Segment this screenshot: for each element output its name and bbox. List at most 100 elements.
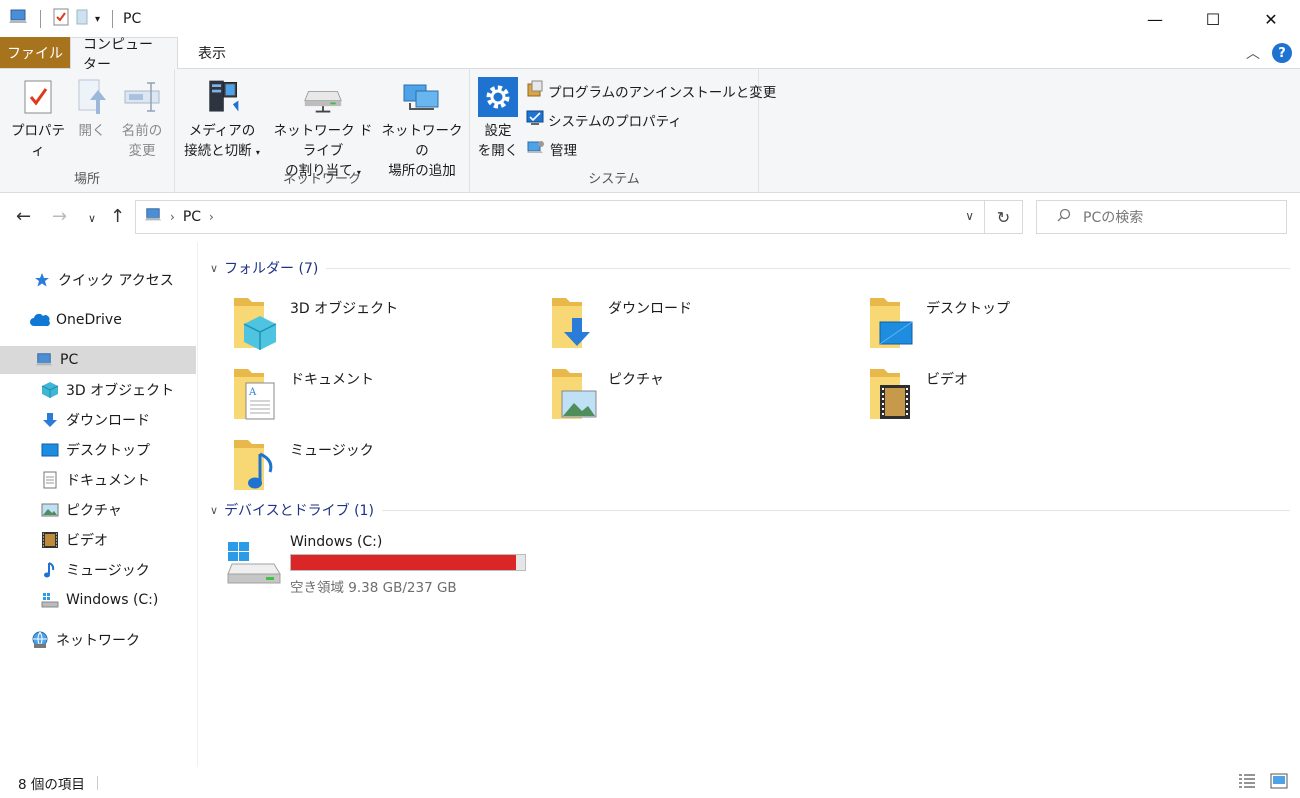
folder-documents[interactable]: A ドキュメント <box>200 357 500 425</box>
breadcrumb: › PC › <box>144 207 214 227</box>
folders-group-header[interactable]: ∨ フォルダー (7) <box>210 258 1290 278</box>
group-collapse-chevron-icon[interactable]: ∨ <box>210 262 218 275</box>
back-arrow-icon[interactable]: ← <box>16 206 31 227</box>
up-arrow-icon[interactable]: ↑ <box>110 206 125 227</box>
open-icon <box>72 75 112 119</box>
toolbar-divider <box>112 10 114 28</box>
media-connect-button[interactable]: メディアの 接続と切断 ▾ <box>181 75 263 163</box>
ribbon: プロパティ 開く 名前の 変更 場所 メディアの 接続と切断 ▾ ネットワーク … <box>0 69 1300 193</box>
view-switcher <box>1238 773 1288 793</box>
nav-network[interactable]: ネットワーク <box>0 626 196 654</box>
uninstall-icon <box>526 80 544 102</box>
breadcrumb-separator-icon[interactable]: › <box>170 210 175 224</box>
folder-videos[interactable]: ビデオ <box>836 357 1136 425</box>
folder-music-icon <box>230 434 280 492</box>
system-properties-button[interactable]: システムのプロパティ <box>526 109 682 131</box>
pc-icon <box>34 350 54 370</box>
collapse-ribbon-chevron-icon[interactable]: ︿ <box>1246 43 1260 63</box>
cloud-icon <box>30 310 50 330</box>
nav-pictures[interactable]: ピクチャ <box>0 496 196 524</box>
toolbar-divider <box>40 10 41 28</box>
nav-c-drive[interactable]: Windows (C:) <box>0 586 196 614</box>
folder-pictures[interactable]: ピクチャ <box>518 357 818 425</box>
folder-desktop-icon <box>866 292 916 350</box>
refresh-button[interactable]: ↻ <box>984 201 1022 233</box>
content-pane: ∨ フォルダー (7) 3D オブジェクト ダウンロード デスクトップ A ドキ… <box>200 242 1300 767</box>
maximize-button[interactable]: ☐ <box>1184 0 1242 38</box>
folder-music[interactable]: ミュージック <box>200 428 500 496</box>
ribbon-group-label: ネットワーク <box>282 172 361 187</box>
title-bar: ▾ PC — ☐ ✕ <box>0 0 1300 38</box>
item-count: 8 個の項目 <box>18 776 85 793</box>
pc-icon <box>144 207 162 227</box>
download-arrow-icon <box>40 410 60 430</box>
ribbon-group-network: メディアの 接続と切断 ▾ ネットワーク ドライブ の割り当て ▾ ネットワーク… <box>175 69 470 193</box>
minimize-button[interactable]: — <box>1126 0 1184 38</box>
rename-button[interactable]: 名前の 変更 <box>116 75 168 161</box>
details-view-icon[interactable] <box>1238 773 1256 793</box>
film-icon <box>40 530 60 550</box>
ribbon-right-controls: ︿ ? <box>1246 43 1292 63</box>
quick-access-toolbar: ▾ <box>8 8 119 30</box>
status-bar: 8 個の項目 <box>0 767 1300 798</box>
ribbon-tabs: ファイル コンピューター 表示 ︿ ? <box>0 37 1300 73</box>
refresh-icon: ↻ <box>996 207 1011 227</box>
large-icons-view-icon[interactable] <box>1270 773 1288 793</box>
nav-onedrive[interactable]: OneDrive <box>0 306 196 334</box>
manage-icon <box>526 138 546 160</box>
drive-usage-fill <box>291 555 516 570</box>
properties-quick-icon[interactable] <box>53 8 69 30</box>
group-divider <box>326 267 1290 269</box>
network-drive-icon <box>303 75 343 119</box>
breadcrumb-pc[interactable]: PC <box>183 209 201 225</box>
add-network-location-button[interactable]: ネットワークの 場所の追加 <box>381 75 463 181</box>
nav-desktop[interactable]: デスクトップ <box>0 436 196 464</box>
forward-arrow-icon[interactable]: → <box>52 206 67 227</box>
status-divider <box>96 775 98 790</box>
customize-toolbar-chevron-icon[interactable]: ▾ <box>95 14 100 25</box>
tab-file[interactable]: ファイル <box>0 37 70 68</box>
properties-button[interactable]: プロパティ <box>8 75 68 161</box>
uninstall-programs-button[interactable]: プログラムのアンインストールと変更 <box>526 80 776 102</box>
folder-downloads[interactable]: ダウンロード <box>518 286 818 354</box>
folder-3d-objects[interactable]: 3D オブジェクト <box>200 286 500 354</box>
nav-quick-access[interactable]: クイック アクセス <box>0 266 196 294</box>
window-controls: — ☐ ✕ <box>1126 0 1300 38</box>
nav-3d-objects[interactable]: 3D オブジェクト <box>0 376 196 404</box>
document-icon <box>40 470 60 490</box>
help-icon[interactable]: ? <box>1272 43 1292 63</box>
open-button[interactable]: 開く <box>72 75 112 141</box>
nav-music[interactable]: ミュージック <box>0 556 196 584</box>
map-network-drive-button[interactable]: ネットワーク ドライブ の割り当て ▾ <box>267 75 379 183</box>
tab-computer[interactable]: コンピューター <box>70 37 178 73</box>
breadcrumb-separator-icon[interactable]: › <box>209 210 214 224</box>
star-icon <box>32 270 52 290</box>
manage-button[interactable]: 管理 <box>526 138 577 160</box>
nav-videos[interactable]: ビデオ <box>0 526 196 554</box>
new-folder-quick-icon[interactable] <box>75 8 89 30</box>
music-note-icon <box>40 560 60 580</box>
windows-drive-icon <box>226 540 282 590</box>
tab-view[interactable]: 表示 <box>178 37 246 68</box>
folder-downloads-icon <box>548 292 598 350</box>
system-properties-icon <box>526 109 544 131</box>
nav-downloads[interactable]: ダウンロード <box>0 406 196 434</box>
folder-pictures-icon <box>548 363 598 421</box>
open-settings-button[interactable]: 設定 を開く <box>476 75 520 161</box>
nav-pc[interactable]: PC <box>0 346 196 374</box>
devices-group-header[interactable]: ∨ デバイスとドライブ (1) <box>210 500 1290 520</box>
folder-desktop[interactable]: デスクトップ <box>836 286 1136 354</box>
network-location-icon <box>402 75 442 119</box>
ribbon-group-label: 場所 <box>73 172 100 187</box>
nav-documents[interactable]: ドキュメント <box>0 466 196 494</box>
ribbon-group-location: プロパティ 開く 名前の 変更 場所 <box>0 69 175 193</box>
search-box[interactable]: PCの検索 <box>1036 200 1287 234</box>
pc-icon <box>8 8 28 30</box>
address-bar[interactable]: › PC › ∨ ↻ <box>135 200 1023 234</box>
address-history-chevron-icon[interactable]: ∨ <box>965 209 974 223</box>
close-button[interactable]: ✕ <box>1242 0 1300 38</box>
svg-text:A: A <box>248 387 257 398</box>
drive-c[interactable]: Windows (C:) 空き領域 9.38 GB/237 GB <box>226 534 546 596</box>
group-collapse-chevron-icon[interactable]: ∨ <box>210 504 218 517</box>
recent-locations-chevron-icon[interactable]: ∨ <box>88 212 96 225</box>
